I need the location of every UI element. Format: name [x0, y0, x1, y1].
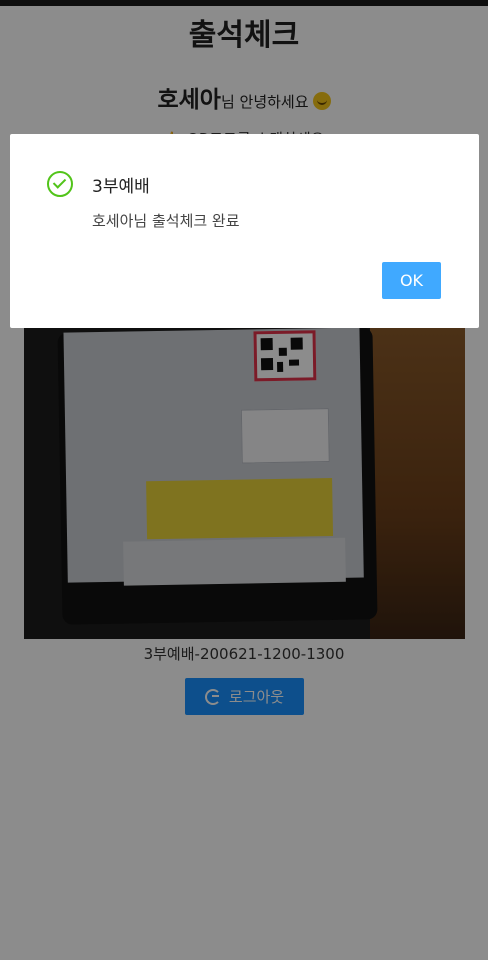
modal-title: 3부예배 [92, 177, 150, 197]
check-circle-icon [47, 171, 73, 197]
modal-content: 호세아님 출석체크 완료 [92, 212, 240, 230]
ok-button[interactable]: OK [382, 262, 441, 299]
success-modal: 3부예배 호세아님 출석체크 완료 OK [10, 134, 479, 328]
